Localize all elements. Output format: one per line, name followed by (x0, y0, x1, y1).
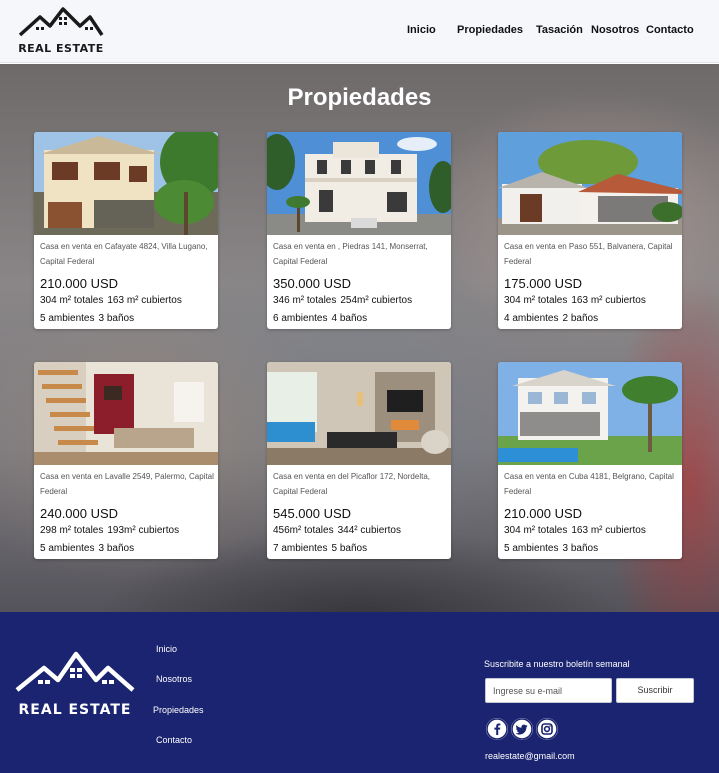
nav-nosotros[interactable]: Nosotros (591, 24, 639, 36)
property-price: 240.000 USD (40, 506, 119, 521)
total-area: 304 m² totales (504, 525, 568, 536)
rooms-count: 6 ambientes (273, 313, 328, 324)
site-header: REAL ESTATE Inicio Propiedades Tasación … (0, 0, 719, 63)
property-address: Casa en venta en , Piedras 141, Monserra… (273, 242, 428, 266)
property-address: Casa en venta en del Picaflor 172, Norde… (273, 472, 430, 496)
property-details: Casa en venta en Cafayate 4824, Villa Lu… (40, 239, 214, 328)
property-rooms: 6 ambientes 4 baños (273, 310, 447, 328)
house-logo-icon (18, 7, 104, 37)
property-rooms: 7 ambientes 5 baños (273, 540, 447, 558)
property-details: Casa en venta en Lavalle 2549, Palermo, … (40, 469, 214, 558)
property-details: Casa en venta en Paso 551, Balvanera, Ca… (504, 239, 678, 328)
property-address: Casa en venta en Paso 551, Balvanera, Ca… (504, 242, 673, 266)
property-photo (267, 362, 451, 465)
total-area: 304 m² totales (40, 295, 104, 306)
rooms-count: 5 ambientes (504, 543, 559, 554)
logo[interactable]: REAL ESTATE (15, 5, 107, 57)
nav-inicio[interactable]: Inicio (407, 24, 436, 36)
property-details: Casa en venta en Cuba 4181, Belgrano, Ca… (504, 469, 678, 558)
covered-area: 163 m² cubiertos (571, 295, 646, 306)
property-card[interactable]: Casa en venta en Cafayate 4824, Villa Lu… (34, 132, 218, 329)
subscribe-button[interactable]: Suscribir (616, 678, 694, 703)
covered-area: 193m² cubiertos (107, 525, 180, 536)
instagram-icon[interactable] (536, 718, 558, 740)
property-price: 175.000 USD (504, 276, 583, 291)
property-details: Casa en venta en , Piedras 141, Monserra… (273, 239, 447, 328)
house-logo-icon (15, 651, 135, 692)
property-area: 298 m² totales 193m² cubiertos (40, 522, 214, 540)
covered-area: 344² cubiertos (337, 525, 401, 536)
facebook-icon[interactable] (486, 718, 508, 740)
covered-area: 163 m² cubiertos (571, 525, 646, 536)
property-address: Casa en venta en Lavalle 2549, Palermo, … (40, 472, 214, 496)
property-address: Casa en venta en Cuba 4181, Belgrano, Ca… (504, 472, 674, 496)
property-address: Casa en venta en Cafayate 4824, Villa Lu… (40, 242, 208, 266)
properties-section: Propiedades Casa en venta en Cafayate 48… (0, 64, 719, 612)
twitter-icon[interactable] (511, 718, 533, 740)
total-area: 304 m² totales (504, 295, 568, 306)
total-area: 298 m² totales (40, 525, 104, 536)
logo-text: REAL ESTATE (18, 42, 104, 55)
property-area: 346 m² totales 254m² cubiertos (273, 292, 447, 310)
property-card[interactable]: Casa en venta en Lavalle 2549, Palermo, … (34, 362, 218, 559)
rooms-count: 5 ambientes (40, 543, 95, 554)
property-photo (498, 362, 682, 465)
covered-area: 254m² cubiertos (340, 295, 413, 306)
baths-count: 2 baños (562, 313, 599, 324)
total-area: 346 m² totales (273, 295, 337, 306)
newsletter-email-input[interactable] (485, 678, 612, 703)
property-details: Casa en venta en del Picaflor 172, Norde… (273, 469, 447, 558)
property-area: 304 m² totales 163 m² cubiertos (504, 522, 678, 540)
footer-logo-text: REAL ESTATE (18, 702, 132, 718)
nav-contacto[interactable]: Contacto (646, 24, 694, 36)
property-rooms: 5 ambientes 3 baños (504, 540, 678, 558)
property-card[interactable]: Casa en venta en , Piedras 141, Monserra… (267, 132, 451, 329)
property-rooms: 5 ambientes 3 baños (40, 540, 214, 558)
covered-area: 163 m² cubiertos (107, 295, 182, 306)
property-price: 545.000 USD (273, 506, 352, 521)
site-footer: REAL ESTATE Inicio Nosotros Propiedades … (0, 612, 719, 773)
property-area: 456m² totales 344² cubiertos (273, 522, 447, 540)
property-photo (34, 362, 218, 465)
property-photo (498, 132, 682, 235)
footer-link-contacto[interactable]: Contacto (156, 735, 192, 745)
footer-logo[interactable]: REAL ESTATE (14, 650, 136, 720)
rooms-count: 7 ambientes (273, 543, 328, 554)
property-price: 350.000 USD (273, 276, 352, 291)
baths-count: 4 baños (331, 313, 368, 324)
property-card[interactable]: Casa en venta en del Picaflor 172, Norde… (267, 362, 451, 559)
page-title: Propiedades (287, 84, 432, 111)
total-area: 456m² totales (273, 525, 334, 536)
property-rooms: 5 ambientes 3 baños (40, 310, 214, 328)
rooms-count: 5 ambientes (40, 313, 95, 324)
property-price: 210.000 USD (40, 276, 119, 291)
footer-link-propiedades[interactable]: Propiedades (153, 705, 204, 715)
property-price: 210.000 USD (504, 506, 583, 521)
footer-link-inicio[interactable]: Inicio (156, 644, 177, 654)
property-rooms: 4 ambientes 2 baños (504, 310, 678, 328)
property-photo (34, 132, 218, 235)
baths-count: 3 baños (98, 543, 135, 554)
newsletter-title: Suscribite a nuestro boletín semanal (484, 659, 630, 669)
nav-tasacion[interactable]: Tasación (536, 24, 583, 36)
nav-propiedades[interactable]: Propiedades (457, 24, 523, 36)
property-card[interactable]: Casa en venta en Paso 551, Balvanera, Ca… (498, 132, 682, 329)
rooms-count: 4 ambientes (504, 313, 559, 324)
contact-email[interactable]: realestate@gmail.com (485, 751, 575, 761)
property-area: 304 m² totales 163 m² cubiertos (40, 292, 214, 310)
baths-count: 3 baños (562, 543, 599, 554)
footer-link-nosotros[interactable]: Nosotros (156, 674, 192, 684)
property-card[interactable]: Casa en venta en Cuba 4181, Belgrano, Ca… (498, 362, 682, 559)
baths-count: 3 baños (98, 313, 135, 324)
baths-count: 5 baños (331, 543, 368, 554)
property-area: 304 m² totales 163 m² cubiertos (504, 292, 678, 310)
property-photo (267, 132, 451, 235)
